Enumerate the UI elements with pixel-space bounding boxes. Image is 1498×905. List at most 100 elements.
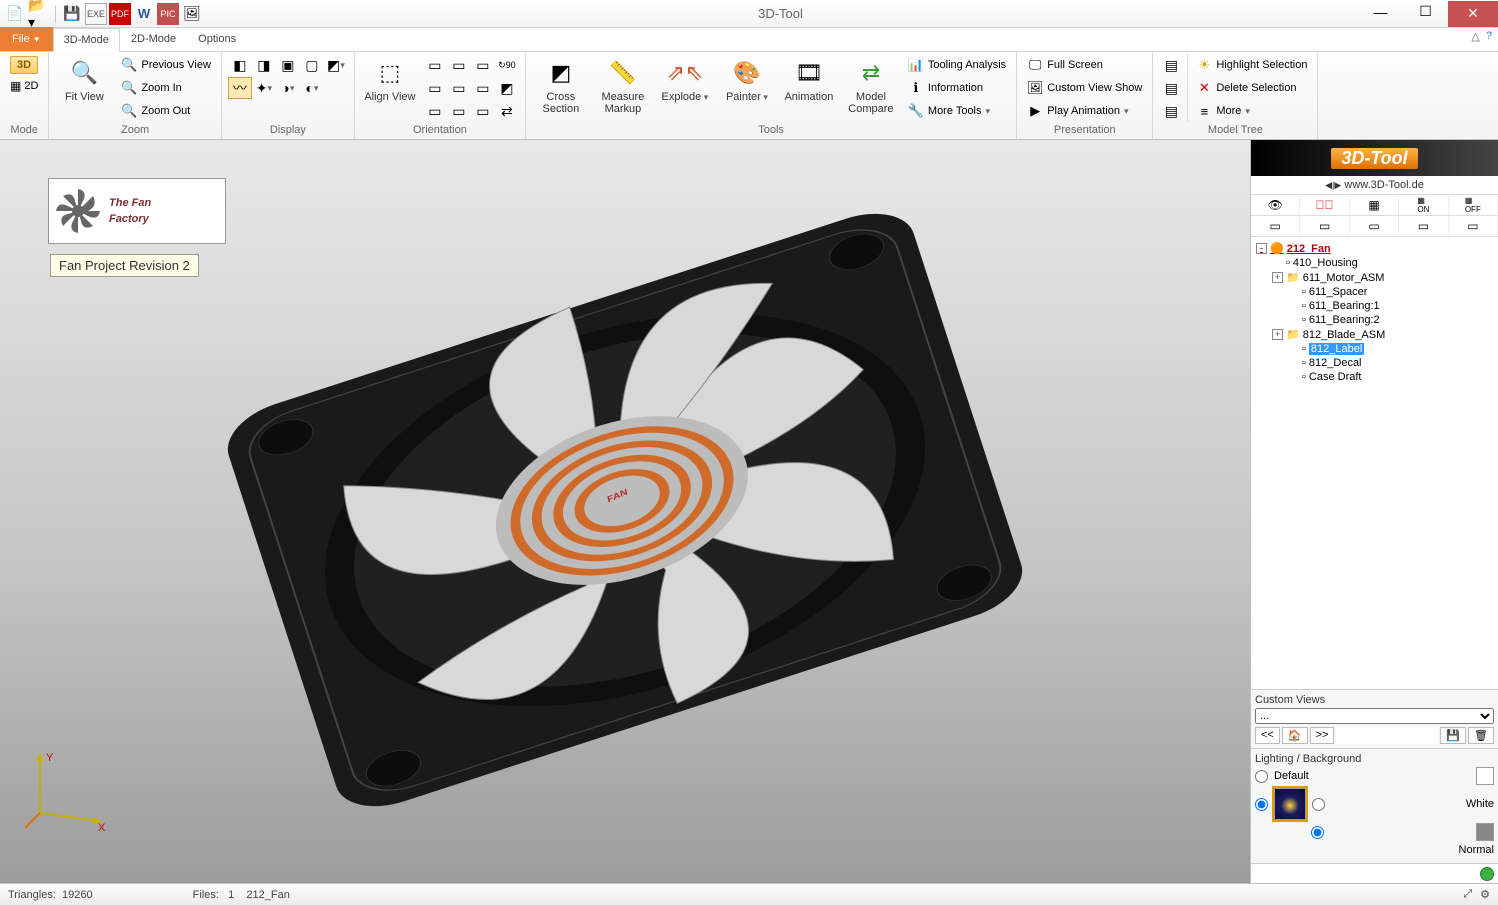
view-extra1-icon[interactable]: ▭ bbox=[423, 100, 447, 122]
select-off-icon[interactable]: ▦OFF bbox=[1449, 195, 1498, 215]
minimize-button[interactable]: — bbox=[1358, 1, 1403, 23]
tooling-analysis-button[interactable]: 📊Tooling Analysis bbox=[904, 54, 1010, 76]
status-settings-icon[interactable]: ⚙ bbox=[1480, 888, 1490, 901]
tree-node[interactable]: -🟠212_Fan bbox=[1253, 241, 1496, 256]
export-pic-icon[interactable]: PIC bbox=[157, 3, 179, 25]
model-tree[interactable]: -🟠212_Fan▫410_Housing+📁611_Motor_ASM▫611… bbox=[1251, 237, 1498, 690]
lighting-default-radio[interactable] bbox=[1255, 770, 1268, 783]
export-word-icon[interactable]: W bbox=[133, 3, 155, 25]
zoom-out-button[interactable]: 🔍Zoom Out bbox=[117, 100, 215, 122]
view-extra2-icon[interactable]: ▭ bbox=[447, 100, 471, 122]
select-on-icon[interactable]: ▦ON bbox=[1399, 195, 1448, 215]
view-extra3-icon[interactable]: ▭ bbox=[471, 100, 495, 122]
eye-show-icon[interactable]: 👁 bbox=[1251, 195, 1300, 215]
tree-node[interactable]: ▫410_Housing bbox=[1253, 256, 1496, 270]
shade-mode-4-icon[interactable]: ▢ bbox=[300, 54, 324, 76]
cv-delete-button[interactable]: 🗑 bbox=[1468, 727, 1494, 744]
tree-tool-4-icon[interactable]: ▭ bbox=[1399, 216, 1448, 236]
fullscreen-button[interactable]: 🖵Full Screen bbox=[1023, 54, 1146, 76]
tree-node[interactable]: ▫611_Bearing:2 bbox=[1253, 313, 1496, 327]
ribbon-minimize-icon[interactable]: △ bbox=[1471, 30, 1479, 43]
cv-prev-button[interactable]: << bbox=[1255, 727, 1280, 744]
information-button[interactable]: ℹInformation bbox=[904, 77, 1010, 99]
more-tools-button[interactable]: 🔧More Tools bbox=[904, 100, 1010, 122]
tree-node[interactable]: ▫812_Label bbox=[1253, 342, 1496, 356]
rotate-90-icon[interactable]: ↻90 bbox=[495, 54, 519, 76]
bg-normal-swatch[interactable] bbox=[1476, 823, 1494, 841]
open-file-icon[interactable]: 📂▾ bbox=[28, 3, 50, 25]
tab-options[interactable]: Options bbox=[187, 27, 247, 51]
3d-viewport[interactable]: The FanFactory Fan Project Revision 2 bbox=[0, 140, 1250, 883]
lighting-preset2-radio[interactable] bbox=[1312, 798, 1325, 811]
tree-tool-2-icon[interactable]: ▭ bbox=[1300, 216, 1349, 236]
cross-section-button[interactable]: ◩Cross Section bbox=[532, 54, 590, 118]
tree-opt3-icon[interactable]: ▤ bbox=[1159, 100, 1183, 122]
display-opt-1-icon[interactable]: 〰 bbox=[228, 77, 252, 99]
maximize-button[interactable]: ☐ bbox=[1403, 1, 1448, 23]
tab-2d-mode[interactable]: 2D-Mode bbox=[120, 27, 187, 51]
view-back-icon[interactable]: ▭ bbox=[447, 54, 471, 76]
tree-more-button[interactable]: ≡More bbox=[1192, 100, 1311, 122]
brand-url[interactable]: ◀|▶ www.3D-Tool.de bbox=[1251, 176, 1498, 195]
tree-node[interactable]: +📁812_Blade_ASM bbox=[1253, 327, 1496, 342]
view-right-icon[interactable]: ▭ bbox=[423, 77, 447, 99]
tree-opt1-icon[interactable]: ▤ bbox=[1159, 54, 1183, 76]
help-icon[interactable]: ? bbox=[1486, 30, 1492, 43]
tab-3d-mode[interactable]: 3D-Mode bbox=[53, 28, 120, 52]
mode-2d-button[interactable]: ▦2D bbox=[6, 77, 42, 95]
shade-mode-3-icon[interactable]: ▣ bbox=[276, 54, 300, 76]
view-top-icon[interactable]: ▭ bbox=[447, 77, 471, 99]
tree-node[interactable]: ▫611_Bearing:1 bbox=[1253, 299, 1496, 313]
delete-selection-button[interactable]: ✕Delete Selection bbox=[1192, 77, 1311, 99]
select-all-icon[interactable]: ▦ bbox=[1350, 195, 1399, 215]
tree-node[interactable]: ▫Case Draft bbox=[1253, 370, 1496, 384]
display-opt-2-icon[interactable]: ✦ bbox=[252, 77, 276, 99]
view-iso-icon[interactable]: ◩ bbox=[495, 77, 519, 99]
painter-button[interactable]: 🎨Painter bbox=[718, 54, 776, 106]
fit-view-button[interactable]: 🔍 Fit View bbox=[55, 54, 113, 106]
tree-tool-3-icon[interactable]: ▭ bbox=[1350, 216, 1399, 236]
shade-mode-more-icon[interactable]: ◩ bbox=[324, 54, 348, 76]
shade-mode-2-icon[interactable]: ◨ bbox=[252, 54, 276, 76]
tree-node[interactable]: +📁611_Motor_ASM bbox=[1253, 270, 1496, 285]
align-view-button[interactable]: ⬚ Align View bbox=[361, 54, 419, 106]
tree-opt2-icon[interactable]: ▤ bbox=[1159, 77, 1183, 99]
publish-exe-icon[interactable]: EXE bbox=[85, 3, 107, 25]
compare-button[interactable]: ⇄Model Compare bbox=[842, 54, 900, 118]
export-html-icon[interactable]: 🖼 bbox=[181, 3, 203, 25]
tree-node[interactable]: ▫812_Decal bbox=[1253, 356, 1496, 370]
mode-3d-button[interactable]: 3D bbox=[6, 54, 42, 76]
explode-button[interactable]: ⇗⇖Explode bbox=[656, 54, 714, 106]
bg-white-swatch[interactable] bbox=[1476, 767, 1494, 785]
tree-tool-1-icon[interactable]: ▭ bbox=[1251, 216, 1300, 236]
new-file-icon[interactable]: 📄 bbox=[4, 3, 26, 25]
measure-button[interactable]: 📏Measure Markup bbox=[594, 54, 652, 118]
status-expand-icon[interactable]: ⤢ bbox=[1463, 888, 1472, 901]
file-tab[interactable]: File ▼ bbox=[0, 27, 53, 51]
cv-save-button[interactable]: 💾 bbox=[1440, 727, 1466, 744]
view-left-icon[interactable]: ▭ bbox=[471, 54, 495, 76]
lighting-preset1-radio[interactable] bbox=[1255, 798, 1268, 811]
view-bottom-icon[interactable]: ▭ bbox=[471, 77, 495, 99]
tree-tool-5-icon[interactable]: ▭ bbox=[1449, 216, 1498, 236]
previous-view-button[interactable]: 🔍Previous View bbox=[117, 54, 215, 76]
custom-views-select[interactable]: ... bbox=[1255, 708, 1494, 724]
view-front-icon[interactable]: ▭ bbox=[423, 54, 447, 76]
close-button[interactable]: ✕ bbox=[1448, 1, 1498, 27]
eye-hide-icon[interactable]: 👁⃠ bbox=[1300, 195, 1349, 215]
flip-icon[interactable]: ⇄ bbox=[495, 100, 519, 122]
cv-next-button[interactable]: >> bbox=[1310, 727, 1335, 744]
display-opt-4-icon[interactable]: ◐ bbox=[300, 77, 324, 99]
cv-home-button[interactable]: 🏠 bbox=[1282, 727, 1308, 744]
lighting-preset1-swatch[interactable] bbox=[1274, 788, 1306, 820]
highlight-selection-button[interactable]: ☀Highlight Selection bbox=[1192, 54, 1311, 76]
tree-node[interactable]: ▫611_Spacer bbox=[1253, 285, 1496, 299]
export-pdf-icon[interactable]: PDF bbox=[109, 3, 131, 25]
bg-normal-radio[interactable] bbox=[1311, 826, 1324, 839]
zoom-in-button[interactable]: 🔍Zoom In bbox=[117, 77, 215, 99]
display-opt-3-icon[interactable]: ◑ bbox=[276, 77, 300, 99]
shade-mode-1-icon[interactable]: ◧ bbox=[228, 54, 252, 76]
custom-view-show-button[interactable]: 🖼Custom View Show bbox=[1023, 77, 1146, 99]
save-icon[interactable]: 💾 bbox=[61, 3, 83, 25]
animation-button[interactable]: 🎞Animation bbox=[780, 54, 838, 106]
